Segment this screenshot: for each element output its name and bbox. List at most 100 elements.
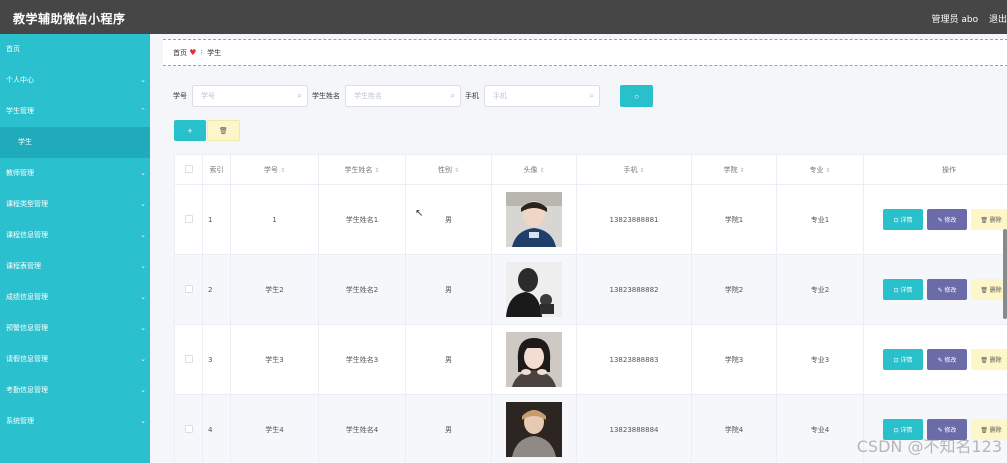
student-table: 索引 学号 ⇕ 学生姓名 ⇕ 性别 ⇕ 头像 ⇕ 手机 ⇕ 学院 ⇕ 专业 ⇕ 操作 1 1 … bbox=[174, 154, 1007, 463]
view-button[interactable]: ⊡ 详情 bbox=[883, 349, 923, 370]
edit-button[interactable]: ✎ 修改 bbox=[927, 279, 967, 300]
sidebar-item-label: 成绩信息管理 bbox=[6, 293, 48, 301]
chevron-down-icon: ⌄ bbox=[140, 386, 146, 394]
cell-student-no: 学生4 bbox=[230, 394, 319, 463]
search-label-phone: 手机 bbox=[465, 92, 479, 100]
sidebar: 首页 个人中心 ⌄ 学生管理 ⌃ 学生 教师管理 ⌄ 课程类型管理 ⌄ 课程信息管理 ⌄ … bbox=[0, 34, 150, 463]
sidebar-item-label: 学生管理 bbox=[6, 107, 34, 115]
sidebar-item-label: 课程信息管理 bbox=[6, 231, 48, 239]
trash-icon: 🗑 bbox=[980, 358, 990, 364]
column-header-student-no[interactable]: 学号 ⇕ bbox=[230, 154, 319, 185]
delete-button[interactable]: 🗑 删除 bbox=[971, 349, 1007, 370]
add-button[interactable]: + bbox=[174, 120, 206, 141]
column-header-gender[interactable]: 性别 ⇕ bbox=[405, 154, 492, 185]
view-button[interactable]: ⊡ 详情 bbox=[883, 209, 923, 230]
cell-college: 学院1 bbox=[691, 184, 777, 255]
cell-student-no: 学生3 bbox=[230, 324, 319, 395]
row-checkbox[interactable] bbox=[174, 394, 203, 463]
sidebar-item-course-info[interactable]: 课程信息管理 ⌄ bbox=[0, 220, 150, 251]
sort-icon[interactable]: ⇕ bbox=[639, 167, 644, 174]
cell-college: 学院2 bbox=[691, 254, 777, 325]
watermark: CSDN @不知名123 bbox=[856, 437, 1002, 456]
sidebar-item-attendance[interactable]: 考勤信息管理 ⌄ bbox=[0, 375, 150, 406]
column-header-name[interactable]: 学生姓名 ⇕ bbox=[318, 154, 406, 185]
sidebar-item-label: 预警信息管理 bbox=[6, 324, 48, 332]
sidebar-subitem-student[interactable]: 学生 bbox=[0, 127, 150, 158]
column-header-phone[interactable]: 手机 ⇕ bbox=[576, 154, 692, 185]
chevron-down-icon: ⌄ bbox=[140, 169, 146, 177]
sort-icon[interactable]: ⇕ bbox=[454, 167, 459, 174]
sidebar-item-course-types[interactable]: 课程类型管理 ⌄ bbox=[0, 189, 150, 220]
cell-gender: 男 bbox=[405, 254, 492, 325]
chevron-down-icon: ⌄ bbox=[140, 262, 146, 270]
breadcrumb-current: 学生 bbox=[207, 49, 222, 57]
sort-icon[interactable]: ⇕ bbox=[825, 167, 830, 174]
chevron-down-icon: ⌄ bbox=[140, 231, 146, 239]
view-button[interactable]: ⊡ 详情 bbox=[883, 279, 923, 300]
edit-button[interactable]: ✎ 修改 bbox=[927, 349, 967, 370]
student-no-input[interactable] bbox=[193, 86, 307, 106]
search-icon: ⌕ bbox=[297, 91, 302, 100]
cell-college: 学院3 bbox=[691, 324, 777, 395]
delete-button[interactable]: 🗑 删除 bbox=[971, 209, 1007, 230]
table-header-row: 索引 学号 ⇕ 学生姓名 ⇕ 性别 ⇕ 头像 ⇕ 手机 ⇕ 学院 ⇕ 专业 ⇕ 操作 bbox=[174, 154, 1007, 185]
sidebar-item-grades[interactable]: 成绩信息管理 ⌄ bbox=[0, 282, 150, 313]
cell-major: 专业4 bbox=[776, 394, 864, 463]
sort-icon[interactable]: ⇕ bbox=[374, 167, 379, 174]
app-title: 教学辅助微信小程序 bbox=[13, 12, 126, 26]
edit-button[interactable]: ✎ 修改 bbox=[927, 209, 967, 230]
cell-major: 专业3 bbox=[776, 324, 864, 395]
sidebar-item-label: 请假信息管理 bbox=[6, 355, 48, 363]
cell-name: 学生姓名3 bbox=[318, 324, 406, 395]
avatar-image[interactable] bbox=[506, 402, 562, 457]
phone-input[interactable] bbox=[485, 86, 599, 106]
table-row: 2 学生2 学生姓名2 男 13823888882 学院2 专业2 ⊡ 详情 ✎… bbox=[174, 254, 1007, 325]
avatar-image[interactable] bbox=[506, 192, 562, 247]
row-checkbox[interactable] bbox=[174, 254, 203, 325]
search-icon: ○ bbox=[634, 91, 639, 101]
vertical-scrollbar[interactable] bbox=[1003, 229, 1007, 319]
select-all-checkbox[interactable] bbox=[174, 154, 203, 185]
heart-icon: ♥ bbox=[189, 48, 197, 57]
row-checkbox[interactable] bbox=[174, 184, 203, 255]
main-content: 首页 ♥ ⁝ 学生 学号 ⌕ 学生姓名 ⌕ 手机 ⌕ ○ + 🗑 bbox=[150, 34, 1007, 463]
delete-button[interactable]: 🗑 删除 bbox=[971, 279, 1007, 300]
column-header-avatar[interactable]: 头像 ⇕ bbox=[491, 154, 577, 185]
sidebar-item-warnings[interactable]: 预警信息管理 ⌄ bbox=[0, 313, 150, 344]
sort-icon[interactable]: ⇕ bbox=[280, 167, 285, 174]
cell-gender: 男 bbox=[405, 394, 492, 463]
breadcrumb: 首页 ♥ ⁝ 学生 bbox=[163, 39, 1007, 66]
chevron-down-icon: ⌄ bbox=[140, 76, 146, 84]
column-header-major[interactable]: 专业 ⇕ bbox=[776, 154, 864, 185]
cell-actions: ⊡ 详情 ✎ 修改 🗑 删除 bbox=[863, 254, 1007, 325]
user-role: 管理员 abo bbox=[931, 15, 979, 25]
search-button[interactable]: ○ bbox=[620, 85, 653, 107]
cell-avatar bbox=[491, 254, 577, 325]
student-no-field[interactable]: ⌕ bbox=[192, 85, 308, 107]
search-label-student-no: 学号 bbox=[173, 92, 187, 100]
row-checkbox[interactable] bbox=[174, 324, 203, 395]
avatar-image[interactable] bbox=[506, 332, 562, 387]
sidebar-item-home[interactable]: 首页 bbox=[0, 34, 150, 65]
sidebar-item-label: 首页 bbox=[6, 45, 20, 53]
phone-field[interactable]: ⌕ bbox=[484, 85, 600, 107]
sort-icon[interactable]: ⇕ bbox=[539, 167, 544, 174]
batch-delete-button[interactable]: 🗑 bbox=[207, 120, 240, 141]
sidebar-item-students[interactable]: 学生管理 ⌃ bbox=[0, 96, 150, 127]
sidebar-item-timetable[interactable]: 课程表管理 ⌄ bbox=[0, 251, 150, 282]
sidebar-item-label: 课程类型管理 bbox=[6, 200, 48, 208]
cell-college: 学院4 bbox=[691, 394, 777, 463]
breadcrumb-home[interactable]: 首页 bbox=[173, 49, 187, 57]
cell-gender: 男 bbox=[405, 324, 492, 395]
column-header-college[interactable]: 学院 ⇕ bbox=[691, 154, 777, 185]
avatar-image[interactable] bbox=[506, 262, 562, 317]
sort-icon[interactable]: ⇕ bbox=[739, 167, 744, 174]
student-name-input[interactable] bbox=[346, 86, 460, 106]
logout-link[interactable]: 退出 bbox=[989, 15, 1007, 25]
column-header-index: 索引 bbox=[202, 154, 231, 185]
sidebar-item-leave[interactable]: 请假信息管理 ⌄ bbox=[0, 344, 150, 375]
student-name-field[interactable]: ⌕ bbox=[345, 85, 461, 107]
sidebar-item-system[interactable]: 系统管理 ⌄ bbox=[0, 406, 150, 437]
sidebar-item-personal[interactable]: 个人中心 ⌄ bbox=[0, 65, 150, 96]
sidebar-item-teachers[interactable]: 教师管理 ⌄ bbox=[0, 158, 150, 189]
